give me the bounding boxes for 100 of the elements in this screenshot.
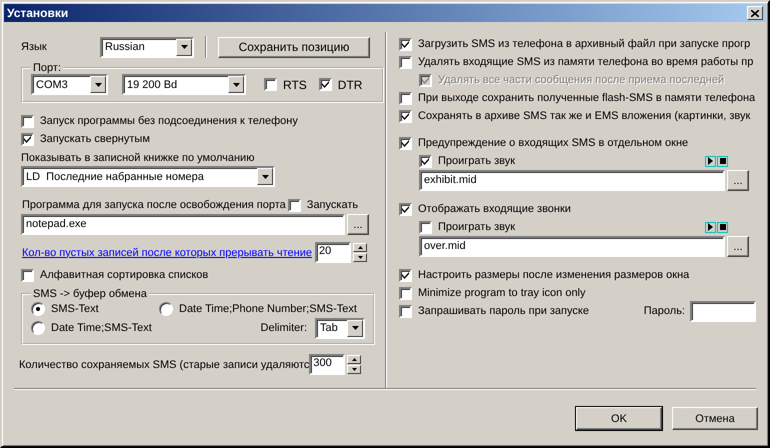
file-path-field[interactable]: notepad.exe bbox=[21, 214, 345, 235]
group-title: Порт: bbox=[32, 62, 62, 74]
down-arrow-icon bbox=[358, 256, 363, 258]
number-field[interactable]: 20 bbox=[315, 242, 352, 263]
dialog-button[interactable]: OK bbox=[576, 407, 662, 430]
option-label: Date Time;Phone Number;SMS-Text bbox=[179, 302, 357, 314]
stop-button[interactable] bbox=[717, 222, 728, 232]
browse-button[interactable]: ... bbox=[727, 170, 749, 191]
stop-button[interactable] bbox=[717, 156, 728, 166]
checkbox[interactable] bbox=[399, 110, 412, 122]
option-label: Предупреждение о входящих SMS в отдельном окне bbox=[418, 137, 688, 149]
option-label: Запускать bbox=[306, 199, 358, 211]
up-arrow-icon bbox=[358, 246, 363, 248]
field-label: Показывать в записной книжке по умолчанию bbox=[20, 151, 256, 166]
dropdown-arrow-button[interactable] bbox=[176, 38, 192, 56]
option-label: Запускать свернутым bbox=[40, 133, 150, 145]
checkbox[interactable] bbox=[399, 202, 412, 216]
delimiter-dropdown[interactable]: Tab bbox=[315, 318, 365, 338]
option-label: SMS-Text bbox=[51, 302, 99, 314]
checkmark-icon bbox=[421, 156, 430, 166]
field-label: Пароль: bbox=[644, 305, 685, 317]
dropdown-arrow-button[interactable] bbox=[228, 76, 244, 93]
option-label: Проиграть звук bbox=[438, 155, 516, 167]
close-button[interactable] bbox=[747, 6, 763, 20]
spin-down-button[interactable] bbox=[353, 252, 368, 262]
checkbox[interactable] bbox=[288, 198, 301, 212]
play-icon bbox=[708, 157, 713, 165]
dropdown-arrow-button[interactable] bbox=[347, 320, 363, 336]
field-label: Количество сохраняемых SMS (старые записи удаляютс bbox=[19, 358, 310, 370]
phonebook-dropdown[interactable]: LD Последние набранные номера bbox=[21, 166, 275, 187]
spin-up-button[interactable] bbox=[347, 354, 362, 364]
field-label: Язык bbox=[20, 41, 48, 53]
checkbox[interactable] bbox=[21, 268, 34, 282]
up-arrow-icon bbox=[352, 358, 357, 360]
caret-icon bbox=[232, 82, 240, 86]
checkbox[interactable] bbox=[21, 114, 34, 128]
checkbox[interactable] bbox=[318, 78, 332, 91]
checkbox[interactable] bbox=[21, 132, 34, 146]
group-title: SMS -> буфер обмена bbox=[32, 288, 148, 300]
option-label: Запуск программы без подсоединения к телефону bbox=[40, 115, 298, 127]
spin-up-button[interactable] bbox=[353, 242, 368, 252]
port-dropdown[interactable]: COM3 bbox=[31, 74, 108, 95]
spin-down-button[interactable] bbox=[347, 364, 362, 374]
checkmark-icon bbox=[401, 138, 410, 148]
stop-icon bbox=[720, 224, 726, 230]
checkbox[interactable] bbox=[264, 78, 277, 91]
option-label: Алфавитная сортировка списков bbox=[40, 269, 208, 281]
option-label: Удалять входящие SMS из памяти телефона во время работы пр bbox=[418, 56, 754, 68]
option-label: Date Time;SMS-Text bbox=[51, 322, 152, 334]
dialog-button[interactable]: Отмена bbox=[672, 407, 758, 430]
play-icon bbox=[708, 223, 713, 231]
play-button[interactable] bbox=[705, 222, 716, 232]
caret-icon bbox=[180, 45, 188, 49]
stop-icon bbox=[720, 158, 726, 164]
caret-icon bbox=[94, 82, 102, 86]
checkmark-icon bbox=[401, 270, 410, 280]
option-label: Отображать входящие звонки bbox=[418, 203, 571, 215]
caret-icon bbox=[262, 174, 268, 178]
down-arrow-icon bbox=[352, 368, 357, 370]
checkbox[interactable] bbox=[399, 56, 412, 68]
checkbox[interactable] bbox=[399, 136, 412, 150]
play-button[interactable] bbox=[705, 156, 716, 166]
checkmark-icon bbox=[401, 204, 410, 214]
checkbox[interactable] bbox=[399, 268, 412, 282]
option-label: Сохранять в архиве SMS так же и EMS вложения (картинки, звук bbox=[418, 110, 750, 122]
checkmark-icon bbox=[401, 112, 410, 120]
password-field[interactable] bbox=[690, 300, 756, 322]
radio-button[interactable] bbox=[31, 321, 45, 335]
checkmark-icon bbox=[401, 40, 410, 48]
radio-button[interactable] bbox=[31, 302, 45, 316]
checkbox[interactable] bbox=[399, 286, 412, 300]
radio-button[interactable] bbox=[159, 302, 173, 316]
checkbox[interactable] bbox=[399, 38, 412, 50]
field-label: Программа для запуска после освобождения порта bbox=[22, 199, 286, 211]
speed-dropdown[interactable]: 19 200 Bd bbox=[122, 74, 246, 95]
dropdown-arrow-button[interactable] bbox=[257, 168, 273, 185]
option-label: DTR bbox=[338, 78, 362, 92]
link[interactable]: Кол-во пустых записей после которых прерывать чтение bbox=[22, 246, 312, 258]
checkbox[interactable] bbox=[419, 220, 432, 234]
option-label: При выходе сохранить полученные flash-SMS в памяти телефона bbox=[418, 92, 756, 104]
option-label: Удалять все части сообщения после приема последней bbox=[438, 74, 724, 86]
save-position-button[interactable]: Сохранить позицию bbox=[218, 36, 370, 58]
window-title: Установки bbox=[7, 6, 68, 20]
option-label: Minimize program to tray icon only bbox=[418, 287, 586, 299]
sound-file-field[interactable]: exhibit.mid bbox=[419, 170, 725, 191]
language-dropdown[interactable]: Russian bbox=[100, 36, 194, 58]
option-label: Проиграть звук bbox=[438, 221, 516, 233]
checkbox[interactable] bbox=[399, 304, 412, 318]
option-label: Настроить размеры после изменения размеров окна bbox=[418, 269, 690, 281]
checkmark-icon bbox=[320, 80, 330, 89]
checkbox[interactable] bbox=[399, 92, 412, 104]
caret-icon bbox=[352, 326, 358, 330]
option-label: Запрашивать пароль при запуске bbox=[418, 305, 589, 317]
number-field[interactable]: 300 bbox=[309, 354, 346, 375]
dropdown-arrow-button[interactable] bbox=[90, 76, 106, 93]
browse-button[interactable]: ... bbox=[727, 236, 749, 257]
close-icon bbox=[751, 10, 759, 16]
browse-button[interactable]: ... bbox=[347, 214, 369, 235]
checkbox[interactable] bbox=[419, 154, 432, 168]
sound-file-field[interactable]: over.mid bbox=[419, 236, 725, 257]
